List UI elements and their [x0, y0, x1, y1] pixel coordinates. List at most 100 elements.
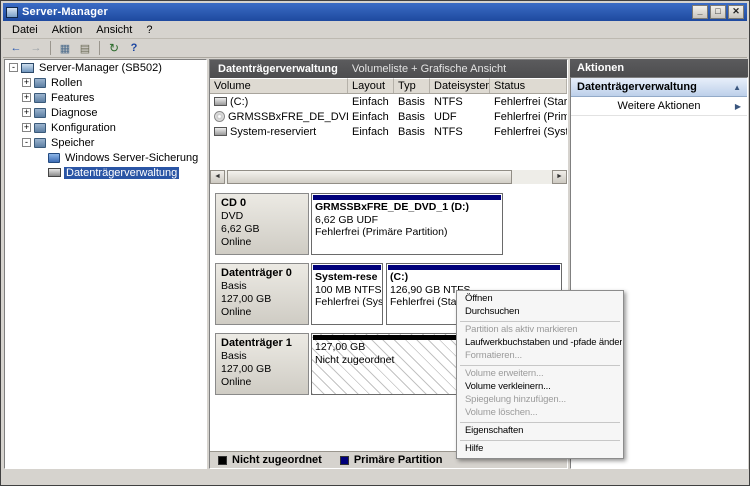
- sidebar-item-datentraegerverwaltung[interactable]: Datenträgerverwaltung: [5, 165, 206, 180]
- help-icon: ?: [130, 42, 138, 54]
- sidebar-item-konfiguration[interactable]: + Konfiguration: [5, 120, 206, 135]
- partition-system-reserviert[interactable]: System-rese 100 MB NTFS Fehlerfrei (Syst: [311, 263, 383, 325]
- expand-box-icon[interactable]: +: [22, 93, 31, 102]
- toolbar: ← → ▦ ▤ ↻ ?: [3, 39, 747, 58]
- menu-item-format: Formatieren...: [465, 350, 523, 361]
- sidebar-item-rollen[interactable]: + Rollen: [5, 75, 206, 90]
- server-manager-window: Server-Manager _ □ ✕ Datei Aktion Ansich…: [0, 0, 750, 486]
- more-actions-item[interactable]: Weitere Aktionen ▶: [571, 97, 747, 116]
- backup-icon: [48, 152, 60, 163]
- minimize-button[interactable]: _: [692, 5, 708, 19]
- help-button[interactable]: ?: [125, 40, 143, 56]
- cell-typ: Basis: [398, 95, 425, 108]
- more-actions-arrow-icon: ▶: [734, 101, 741, 111]
- actions-section-datentraegerverwaltung[interactable]: Datenträgerverwaltung ▲: [571, 78, 747, 97]
- cell-dateisystem: UDF: [434, 110, 457, 123]
- menu-separator: [460, 321, 620, 322]
- scroll-right-button[interactable]: ►: [552, 170, 567, 184]
- column-header-typ[interactable]: Typ: [394, 78, 430, 93]
- expand-box-icon[interactable]: +: [22, 123, 31, 132]
- menu-aktion[interactable]: Aktion: [45, 22, 90, 38]
- sidebar-item-diagnose[interactable]: + Diagnose: [5, 105, 206, 120]
- column-header-dateisystem[interactable]: Dateisystem: [430, 78, 490, 93]
- drive-icon: [214, 97, 227, 106]
- column-header-layout[interactable]: Layout: [348, 78, 394, 93]
- disk-track-cd0: GRMSSBxFRE_DE_DVD_1 (D:) 6,62 GB UDF Feh…: [311, 193, 562, 255]
- partition-title: (C:): [390, 271, 409, 283]
- menu-item-add-mirror: Spiegelung hinzufügen...: [465, 394, 566, 405]
- tree-item-label-selected: Datenträgerverwaltung: [64, 166, 180, 179]
- table-row-c[interactable]: (C:) Einfach Basis NTFS Fehlerfrei (Star…: [210, 94, 567, 109]
- cell-layout: Einfach: [352, 125, 389, 138]
- app-icon: [6, 6, 18, 18]
- collapse-box-icon[interactable]: -: [9, 63, 18, 72]
- close-button[interactable]: ✕: [728, 5, 744, 19]
- forward-arrow-icon: →: [30, 42, 42, 54]
- partition-dvd-d[interactable]: GRMSSBxFRE_DE_DVD_1 (D:) 6,62 GB UDF Feh…: [311, 193, 503, 255]
- sidebar-item-speicher[interactable]: - Speicher: [5, 135, 206, 150]
- disk-size: 127,00 GB: [221, 363, 272, 375]
- roles-icon: [34, 77, 46, 88]
- menu-item-shrink-volume[interactable]: Volume verkleinern...: [458, 381, 622, 394]
- pane-header: Datenträgerverwaltung Volumeliste + Graf…: [210, 60, 567, 78]
- disk-info-cd0[interactable]: CD 0 DVD 6,62 GB Online: [215, 193, 309, 255]
- disk-state: Online: [221, 236, 252, 248]
- menu-hilfe[interactable]: ?: [139, 22, 159, 38]
- expand-box-icon[interactable]: +: [22, 108, 31, 117]
- disk-state: Online: [221, 376, 252, 388]
- menu-item-delete-volume: Volume löschen...: [465, 407, 538, 418]
- menu-ansicht[interactable]: Ansicht: [89, 22, 139, 38]
- scrollbar-track[interactable]: [225, 170, 552, 184]
- diagnostics-icon: [34, 107, 46, 118]
- disk-info-1[interactable]: Datenträger 1 Basis 127,00 GB Online: [215, 333, 309, 395]
- tree-item-label: Rollen: [51, 76, 83, 89]
- maximize-button[interactable]: □: [710, 5, 726, 19]
- actions-section-title: Datenträgerverwaltung: [577, 81, 697, 93]
- disk-info-0[interactable]: Datenträger 0 Basis 127,00 GB Online: [215, 263, 309, 325]
- disk-kind: Basis: [221, 350, 247, 362]
- menu-item-mark-partition-active: Partition als aktiv markieren: [465, 324, 578, 335]
- menu-item-change-drive-letter[interactable]: Laufwerkbuchstaben und -pfade ändern...: [458, 337, 622, 350]
- context-menu: Öffnen Durchsuchen Partition als aktiv m…: [456, 290, 624, 459]
- disk-kind: DVD: [221, 210, 244, 222]
- status-bar: [3, 469, 747, 483]
- expand-box-icon[interactable]: +: [22, 78, 31, 87]
- scrollbar-thumb[interactable]: [227, 170, 512, 184]
- storage-icon: [34, 137, 46, 148]
- column-header-volume[interactable]: Volume: [210, 78, 348, 93]
- tree-item-label: Windows Server-Sicherung: [65, 151, 199, 164]
- legend-label: Primäre Partition: [353, 454, 443, 466]
- disk-name: CD 0: [221, 197, 247, 209]
- table-row-system-reserviert[interactable]: System-reserviert Einfach Basis NTFS Feh…: [210, 124, 567, 139]
- menu-separator: [460, 365, 620, 366]
- collapse-caret-icon[interactable]: ▲: [733, 83, 741, 92]
- cell-dateisystem: NTFS: [434, 125, 463, 138]
- menu-item-properties[interactable]: Eigenschaften: [458, 425, 622, 438]
- toolbar-separator: [50, 41, 51, 55]
- menu-separator: [460, 422, 620, 423]
- scroll-left-button[interactable]: ◄: [210, 170, 225, 184]
- export-list-icon: ▤: [79, 42, 91, 55]
- sidebar-item-windows-server-sicherung[interactable]: Windows Server-Sicherung: [5, 150, 206, 165]
- table-empty-area: [210, 139, 567, 170]
- menu-item-open[interactable]: Öffnen: [458, 293, 622, 306]
- table-row-dvd[interactable]: GRMSSBxFRE_DE_DVD_1 (D:) Einfach Basis U…: [210, 109, 567, 124]
- menu-item-browse[interactable]: Durchsuchen: [458, 306, 622, 319]
- tree-root-server-manager[interactable]: - Server-Manager (SB502): [5, 60, 206, 75]
- legend-primary-partition: Primäre Partition: [339, 454, 443, 466]
- menu-bar: Datei Aktion Ansicht ?: [3, 21, 747, 39]
- volume-table-header: Volume Layout Typ Dateisystem Status: [210, 78, 567, 94]
- menu-item-help[interactable]: Hilfe: [458, 443, 622, 456]
- cell-typ: Basis: [398, 110, 425, 123]
- table-horizontal-scrollbar[interactable]: ◄ ►: [210, 170, 567, 184]
- collapse-box-icon[interactable]: -: [22, 138, 31, 147]
- drive-icon: [214, 127, 227, 136]
- sidebar-item-features[interactable]: + Features: [5, 90, 206, 105]
- forward-button[interactable]: →: [27, 40, 45, 56]
- refresh-button[interactable]: ↻: [105, 40, 123, 56]
- menu-datei[interactable]: Datei: [5, 22, 45, 38]
- export-list-button[interactable]: ▤: [76, 40, 94, 56]
- console-tree-button[interactable]: ▦: [56, 40, 74, 56]
- back-button[interactable]: ←: [7, 40, 25, 56]
- column-header-status[interactable]: Status: [490, 78, 567, 93]
